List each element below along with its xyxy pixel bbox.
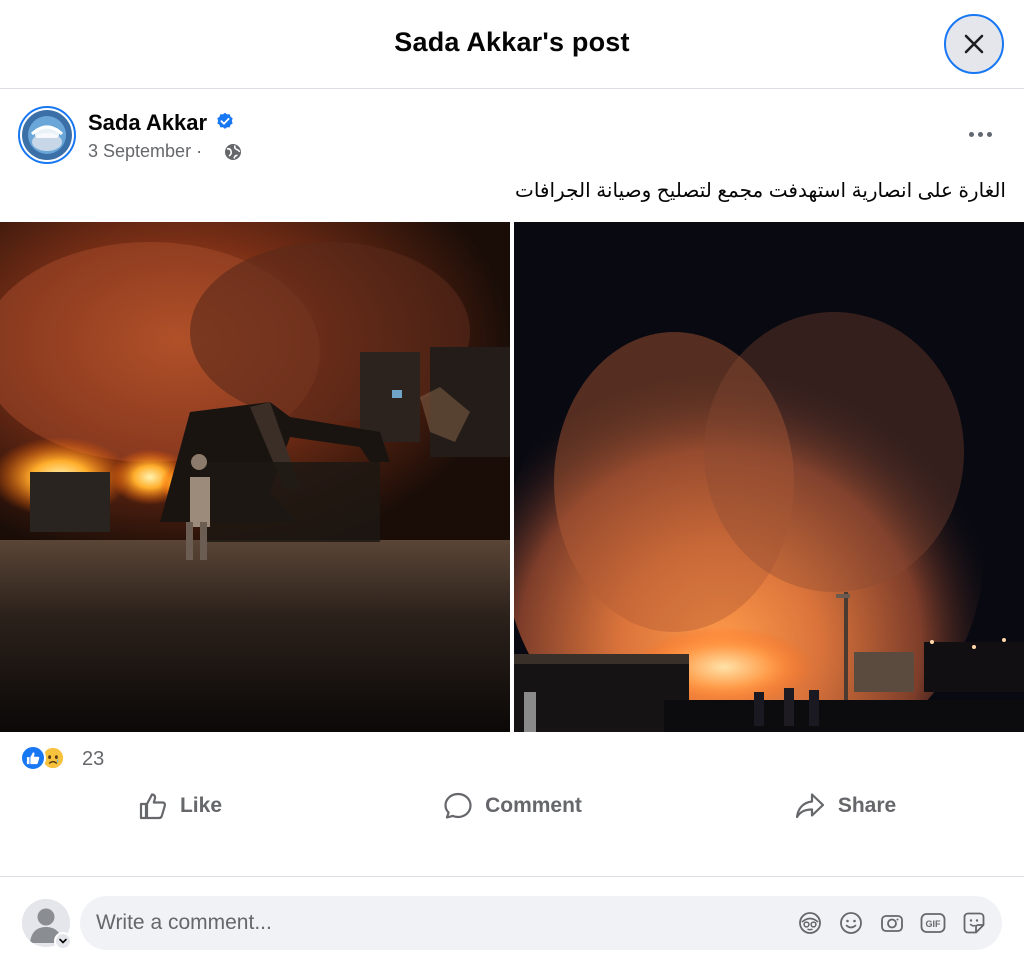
sticker-button[interactable] (961, 910, 987, 936)
comment-label: Comment (485, 794, 582, 817)
comment-input[interactable] (96, 896, 776, 950)
post-text: الغارة على انصارية استهدفت مجمع لتصليح و… (515, 180, 1006, 202)
dialog-header: Sada Akkar's post (0, 0, 1024, 89)
post-photos (0, 222, 1024, 732)
share-label: Share (837, 794, 897, 817)
thumbs-up-icon (139, 793, 167, 820)
post-author-row: Sada Akkar 3 September · (18, 106, 1008, 166)
avatar-sticker-icon (799, 912, 821, 934)
chevron-down-icon (59, 938, 67, 944)
svg-text:GIF: GIF (926, 919, 942, 929)
share-button[interactable]: Share (770, 780, 920, 832)
reactions-summary[interactable]: 23 (20, 745, 220, 773)
date-separator: · (196, 141, 203, 161)
post-date[interactable]: 3 September · (88, 141, 202, 162)
author-name[interactable]: Sada Akkar (88, 110, 207, 136)
author-avatar[interactable] (18, 106, 76, 164)
globe-icon (225, 144, 241, 160)
avatar-sticker-button[interactable] (797, 910, 823, 936)
more-dot (986, 131, 992, 137)
like-label: Like (179, 794, 223, 817)
sticker-icon (963, 912, 985, 934)
reaction-count: 23 (82, 748, 105, 770)
fire-excavator-image (0, 222, 510, 732)
comment-box: GIF (80, 896, 1002, 950)
avatar-logo (22, 110, 72, 160)
more-dot (977, 131, 983, 137)
smoke-night-image (514, 222, 1024, 732)
like-reaction-icon (20, 745, 46, 771)
emoji-button[interactable] (838, 910, 864, 936)
close-icon (964, 34, 984, 54)
more-options-button[interactable] (960, 116, 1000, 152)
camera-icon (881, 915, 903, 932)
more-dot (968, 131, 974, 137)
account-switcher-button[interactable] (54, 932, 72, 950)
share-arrow-icon (795, 793, 824, 819)
camera-button[interactable] (879, 910, 905, 936)
verified-badge-icon (217, 112, 233, 129)
emoji-icon (840, 912, 862, 934)
post-actions: Like Comment Share (0, 780, 1024, 832)
like-button[interactable]: Like (100, 780, 260, 832)
close-button[interactable] (944, 14, 1004, 74)
speech-bubble-icon (444, 792, 472, 819)
post-date-text: 3 September (88, 141, 192, 161)
gif-icon: GIF (920, 913, 946, 933)
dialog-title: Sada Akkar's post (394, 27, 630, 57)
post-photo-fire-excavator[interactable] (0, 222, 510, 732)
comment-button[interactable]: Comment (420, 780, 605, 832)
post-photo-smoke-night[interactable] (514, 222, 1024, 732)
thumbs-up-glyph (26, 752, 40, 765)
gif-button[interactable]: GIF (920, 910, 946, 936)
comment-composer: GIF (0, 876, 1024, 973)
